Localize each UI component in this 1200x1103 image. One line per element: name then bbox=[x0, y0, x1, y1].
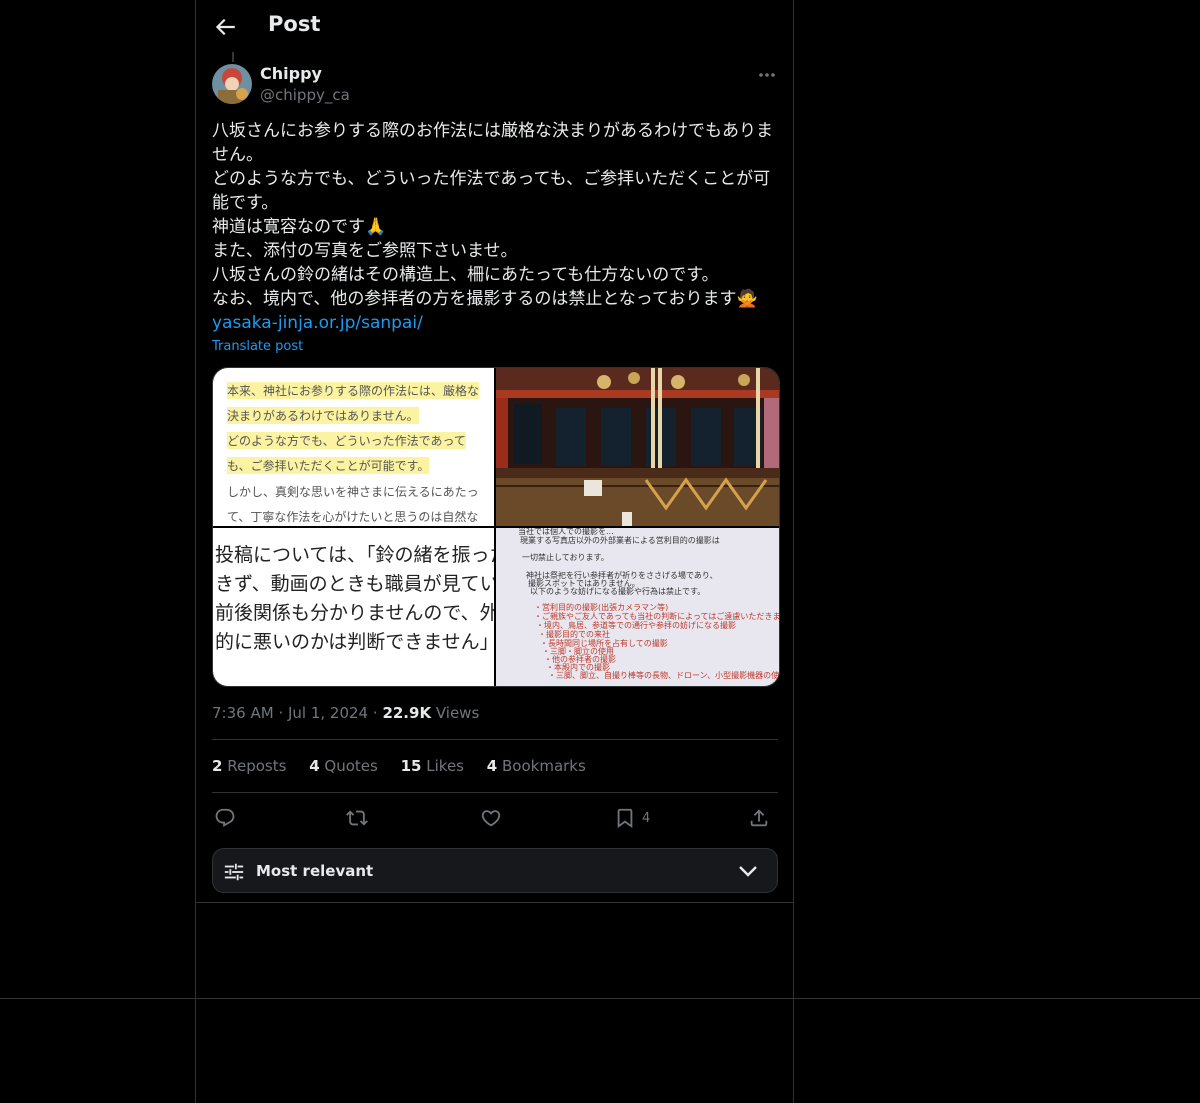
bookmark-icon bbox=[617, 808, 633, 829]
divider bbox=[0, 998, 1200, 999]
reply-icon bbox=[215, 808, 235, 827]
reposts-label: Reposts bbox=[227, 757, 287, 775]
likes-count: 15 bbox=[400, 757, 422, 775]
post-line: 八坂さんの鈴の緒はその構造上、柵にあたっても仕方ないのです。 bbox=[212, 265, 719, 285]
image-text-line: て、丁寧な作法を心がけたいと思うのは自然な bbox=[227, 510, 479, 524]
engagement-stats: 2 Reposts 4 Quotes 15 Likes 4 Bookmarks bbox=[212, 757, 604, 775]
reply-button[interactable] bbox=[214, 803, 236, 833]
divider bbox=[196, 902, 794, 903]
post-text: 八坂さんにお参りする際のお作法には厳格な決まりがあるわけでもありま せん。 どの… bbox=[212, 119, 780, 335]
chevron-down-icon bbox=[739, 866, 757, 877]
post-meta: 7:36 AM · Jul 1, 2024 · 22.9K Views bbox=[212, 704, 479, 722]
action-bar: 4 bbox=[212, 803, 778, 833]
image-text-line: どのような方でも、どういった作法であって bbox=[227, 432, 466, 449]
quotes-label: Quotes bbox=[324, 757, 378, 775]
media-image-2[interactable] bbox=[496, 368, 779, 526]
reposts-stat[interactable]: 2 Reposts bbox=[212, 757, 286, 775]
bookmarks-label: Bookmarks bbox=[502, 757, 586, 775]
image-text-line: しかし、真剣な思いを神さまに伝えるにあたっ bbox=[227, 485, 479, 499]
image-text-line: も、ご参拝いただくことが可能です。 bbox=[227, 457, 430, 474]
thread-connector bbox=[232, 52, 234, 62]
bookmark-count: 4 bbox=[642, 810, 651, 826]
meta-separator: · bbox=[372, 704, 383, 722]
views-count: 22.9K bbox=[382, 704, 432, 722]
page-title: Post bbox=[268, 12, 321, 36]
reposts-count: 2 bbox=[212, 757, 223, 775]
media-grid: 本来、神社にお参りする際の作法には、厳格な 決まりがあるわけではありません。 ど… bbox=[212, 367, 780, 687]
bookmarks-count: 4 bbox=[486, 757, 498, 775]
heart-icon bbox=[481, 810, 501, 827]
bookmark-button[interactable]: 4 bbox=[614, 803, 650, 833]
image-text-line: きず、動画のときも職員が見ていませ bbox=[215, 573, 494, 595]
post-line: また、添付の写真をご参照下さいませ。 bbox=[212, 241, 518, 261]
more-options-icon[interactable] bbox=[756, 66, 778, 84]
media-image-3[interactable]: 投稿については、「鈴の緒を振った場 きず、動画のときも職員が見ていませ 前後関係… bbox=[213, 528, 494, 686]
image-text-line: 前後関係も分かりませんので、外国人 bbox=[215, 602, 494, 624]
repost-icon bbox=[346, 810, 368, 826]
bookmarks-stat[interactable]: 4 Bookmarks bbox=[487, 757, 586, 775]
image-text-line: ・三脚、脚立、自撮り棒等の長物、ドローン、小型撮影機器の使用 bbox=[548, 671, 779, 680]
post-time[interactable]: 7:36 AM bbox=[212, 704, 274, 722]
post-line: 能です。 bbox=[212, 193, 279, 213]
main-column: Post Chippy @chippy_ca 八坂さんにお参りする際のお作法には… bbox=[195, 0, 794, 1103]
back-arrow-icon[interactable] bbox=[212, 14, 238, 40]
avatar[interactable] bbox=[212, 64, 252, 104]
post-line: せん。 bbox=[212, 145, 263, 165]
media-image-1[interactable]: 本来、神社にお参りする際の作法には、厳格な 決まりがあるわけではありません。 ど… bbox=[213, 368, 494, 526]
shrine-photo bbox=[496, 368, 779, 526]
post-line: 神道は寛容なのです🙏 bbox=[212, 217, 387, 237]
share-button[interactable] bbox=[748, 803, 770, 833]
image-text-line: 投稿については、「鈴の緒を振った場 bbox=[215, 544, 494, 566]
post-date[interactable]: Jul 1, 2024 bbox=[288, 704, 368, 722]
repost-button[interactable] bbox=[346, 803, 368, 833]
sliders-icon bbox=[224, 863, 244, 881]
post-link[interactable]: yasaka-jinja.or.jp/sanpai/ bbox=[212, 313, 423, 333]
media-image-4[interactable]: 当社では個人での撮影を... 現業する写真店以外の外部業者による営利目的の撮影は… bbox=[496, 528, 779, 686]
quotes-stat[interactable]: 4 Quotes bbox=[309, 757, 378, 775]
author-handle[interactable]: @chippy_ca bbox=[260, 86, 350, 104]
translate-post-link[interactable]: Translate post bbox=[212, 339, 303, 354]
image-text-line: 的に悪いのかは判断できません」と話 bbox=[215, 631, 494, 653]
share-icon bbox=[750, 809, 768, 827]
quotes-count: 4 bbox=[309, 757, 320, 775]
header: Post bbox=[196, 0, 794, 53]
post-line: 八坂さんにお参りする際のお作法には厳格な決まりがあるわけでもありま bbox=[212, 121, 773, 141]
image-text-line: 以下のような妨げになる撮影や行為は禁止です。 bbox=[530, 587, 706, 596]
likes-stat[interactable]: 15 Likes bbox=[401, 757, 464, 775]
post-line: どのような方でも、どういった作法であっても、ご参拝いただくことが可 bbox=[212, 169, 771, 189]
like-button[interactable] bbox=[480, 803, 502, 833]
views-label: Views bbox=[435, 704, 480, 722]
reply-sort-dropdown[interactable]: Most relevant bbox=[212, 848, 778, 893]
image-text-line: 一切禁止しております。 bbox=[522, 553, 609, 562]
image-text-line: 現業する写真店以外の外部業者による営利目的の撮影は bbox=[520, 536, 720, 545]
post-line: なお、境内で、他の参拝者の方を撮影するのは禁止となっております🙅 bbox=[212, 289, 758, 309]
image-text-line: 本来、神社にお参りする際の作法には、厳格な bbox=[227, 382, 480, 399]
image-text-line: 決まりがあるわけではありません。 bbox=[227, 407, 419, 424]
sort-label: Most relevant bbox=[256, 862, 374, 880]
divider bbox=[212, 792, 778, 793]
divider bbox=[212, 739, 778, 740]
author-name[interactable]: Chippy bbox=[260, 64, 322, 83]
likes-label: Likes bbox=[426, 757, 464, 775]
meta-separator: · bbox=[278, 704, 288, 722]
